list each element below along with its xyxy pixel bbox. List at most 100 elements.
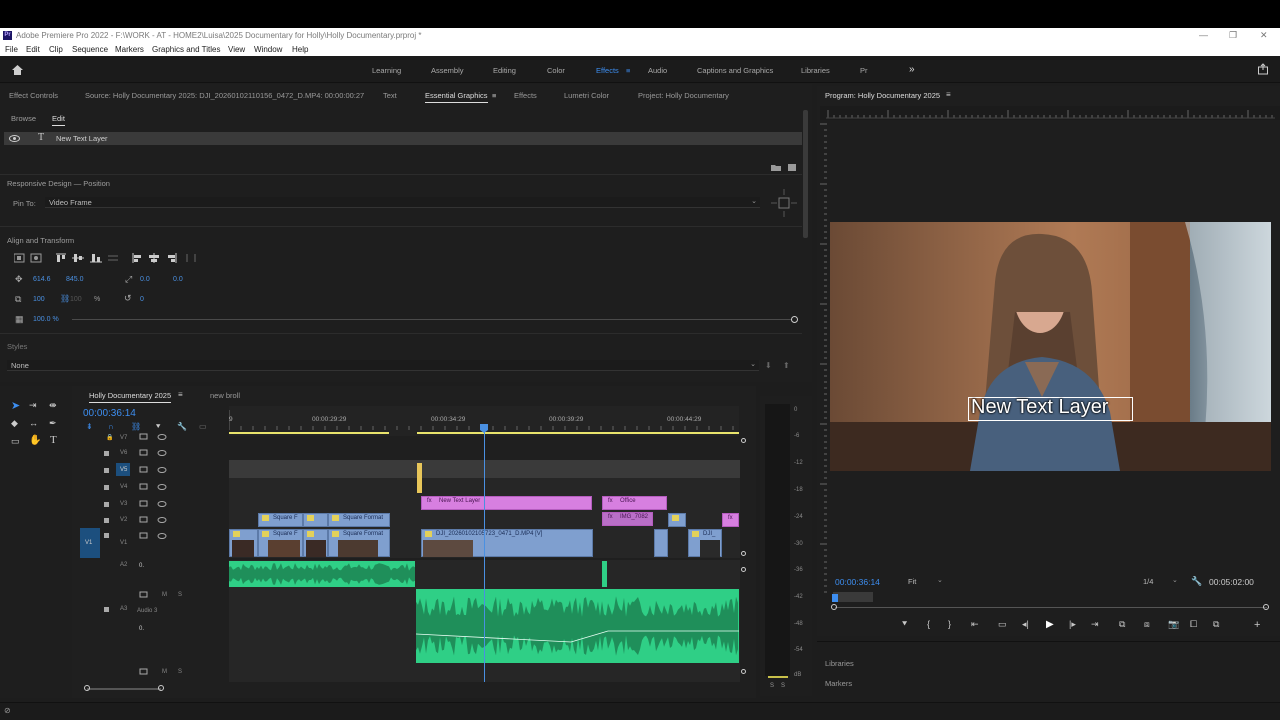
go-to-out-icon[interactable]: ⇥: [1091, 619, 1099, 630]
new-layer-group-icon[interactable]: [771, 163, 781, 171]
pin-to-dropdown[interactable]: Video Frame ⌄: [45, 197, 760, 208]
clip-img-7082[interactable]: fx IMG_7082: [602, 512, 653, 526]
wrench-icon[interactable]: 🔧: [1191, 576, 1202, 587]
snap-icon[interactable]: ∩: [108, 422, 114, 431]
anchor-y-value[interactable]: 0.0: [173, 276, 183, 283]
audio-clip-a3[interactable]: [416, 589, 739, 663]
program-playhead[interactable]: [832, 594, 838, 602]
workspace-menu-icon[interactable]: ≡: [626, 66, 630, 75]
panel-scrollbar[interactable]: [803, 110, 808, 238]
menu-edit[interactable]: Edit: [26, 43, 40, 56]
opacity-slider-track[interactable]: [72, 319, 792, 320]
new-layer-icon[interactable]: [788, 163, 797, 171]
add-marker-icon[interactable]: ⯆: [155, 422, 161, 432]
workspace-pr[interactable]: Pr: [860, 66, 868, 75]
captions-icon[interactable]: ▭: [199, 422, 207, 431]
style-download-icon[interactable]: ⬇: [765, 361, 772, 370]
opacity-slider-handle[interactable]: [791, 316, 798, 323]
program-video-frame[interactable]: New Text Layer: [830, 222, 1271, 471]
workspace-assembly[interactable]: Assembly: [431, 66, 464, 75]
share-icon[interactable]: [1257, 63, 1269, 75]
tab-source[interactable]: Source: Holly Documentary 2025: DJI_2026…: [85, 91, 364, 100]
panel-menu-icon[interactable]: ≡: [492, 91, 496, 100]
eg-edit-tab[interactable]: Edit: [52, 114, 65, 126]
export-frame-icon[interactable]: 📷: [1168, 619, 1179, 630]
razor-tool-icon[interactable]: ◆: [11, 418, 18, 429]
clip-v2-d[interactable]: fx: [722, 513, 739, 527]
multi-camera-icon[interactable]: ⧉: [1213, 619, 1219, 630]
tab-text[interactable]: Text: [383, 91, 397, 100]
workspace-libraries[interactable]: Libraries: [801, 66, 830, 75]
workspace-audio[interactable]: Audio: [648, 66, 667, 75]
sequence-tab[interactable]: Holly Documentary 2025: [89, 391, 172, 403]
layer-row[interactable]: T New Text Layer: [4, 132, 802, 145]
program-mini-timeline[interactable]: [833, 592, 873, 602]
clip-square-format-v2-a[interactable]: Square F: [258, 513, 303, 527]
close-icon[interactable]: ✕: [1260, 28, 1268, 43]
pen-tool-icon[interactable]: ✒: [49, 418, 57, 429]
add-button-icon[interactable]: +: [1254, 619, 1260, 631]
program-timecode[interactable]: 00:00:36:14: [835, 577, 880, 587]
workspace-effects[interactable]: Effects: [596, 66, 619, 75]
v5-v4-adjustment-clip[interactable]: [417, 463, 422, 493]
workspace-color[interactable]: Color: [547, 66, 565, 75]
workspace-editing[interactable]: Editing: [493, 66, 516, 75]
go-to-in-icon[interactable]: ⇤: [971, 619, 979, 630]
ripple-edit-icon[interactable]: ⇼: [49, 400, 57, 411]
rotation-value[interactable]: 0: [140, 296, 144, 303]
program-title[interactable]: Program: Holly Documentary 2025: [825, 91, 940, 100]
resolution-dropdown[interactable]: 1/4 ⌄: [1140, 576, 1182, 587]
eye-icon[interactable]: [9, 135, 20, 142]
track-toggle-icons[interactable]: [100, 432, 175, 682]
align-icons-group[interactable]: [14, 253, 126, 263]
source-patch-label[interactable]: V1: [85, 540, 92, 546]
overlay-text[interactable]: New Text Layer: [971, 396, 1108, 419]
style-dropdown[interactable]: None ⌄: [7, 360, 759, 371]
eg-browse-tab[interactable]: Browse: [11, 114, 36, 123]
vertical-zoom-handle[interactable]: [741, 438, 746, 443]
menu-help[interactable]: Help: [292, 43, 308, 56]
lift-icon[interactable]: ⧉: [1119, 619, 1125, 630]
fit-dropdown[interactable]: Fit ⌄: [905, 576, 945, 587]
menu-graphics-and-titles[interactable]: Graphics and Titles: [152, 43, 220, 56]
vertical-zoom-handle[interactable]: [741, 567, 746, 572]
maximize-icon[interactable]: ❐: [1229, 28, 1237, 43]
nest-icon[interactable]: ⇟: [86, 422, 93, 431]
menu-clip[interactable]: Clip: [49, 43, 63, 56]
zoom-handle-left[interactable]: [831, 604, 837, 610]
step-forward-icon[interactable]: |▸: [1069, 619, 1076, 630]
timeline-playhead-line[interactable]: [484, 430, 485, 682]
clip-square-format-v2-b[interactable]: Square Format: [328, 513, 390, 527]
track-select-icon[interactable]: ⇥: [29, 400, 37, 411]
clip-new-text-layer[interactable]: fx New Text Layer: [421, 496, 592, 510]
timeline-settings-icon[interactable]: 🔧: [177, 422, 187, 431]
sequence-menu-icon[interactable]: ≡: [178, 390, 183, 399]
selection-tool-icon[interactable]: ➤: [11, 399, 20, 412]
safe-margins-icon[interactable]: ▭: [998, 619, 1007, 630]
link-scale-icon[interactable]: ⛓: [60, 294, 70, 303]
mark-out-icon[interactable]: }: [948, 619, 951, 629]
extract-icon[interactable]: ⧈: [1144, 619, 1150, 630]
audio-clip-a2[interactable]: [229, 561, 415, 587]
minimize-icon[interactable]: —: [1199, 28, 1208, 43]
scroll-handle-right[interactable]: [158, 685, 164, 691]
timeline-timecode[interactable]: 00:00:36:14: [83, 408, 136, 419]
play-icon[interactable]: ▶: [1046, 619, 1054, 630]
position-y-value[interactable]: 845.0: [66, 276, 84, 283]
zoom-handle-right[interactable]: [1263, 604, 1269, 610]
tab-effect-controls[interactable]: Effect Controls: [9, 91, 58, 100]
opacity-value[interactable]: 100.0 %: [33, 316, 59, 323]
scale-width-value[interactable]: 100: [33, 296, 45, 303]
audio-clip-a2-small[interactable]: [602, 561, 607, 587]
home-icon[interactable]: [11, 64, 24, 76]
tab-lumetri-color[interactable]: Lumetri Color: [564, 91, 609, 100]
step-back-icon[interactable]: ◂|: [1022, 619, 1029, 630]
tab-essential-graphics[interactable]: Essential Graphics: [425, 91, 488, 103]
add-marker-icon[interactable]: ⯆: [901, 619, 908, 630]
position-x-value[interactable]: 614.6: [33, 276, 51, 283]
clip-v1-c[interactable]: [654, 529, 668, 557]
program-zoom-bar[interactable]: [835, 607, 1267, 608]
tab-effects[interactable]: Effects: [514, 91, 537, 100]
clip-v2-c[interactable]: [668, 513, 686, 527]
meter-solo-right[interactable]: S: [781, 683, 785, 689]
